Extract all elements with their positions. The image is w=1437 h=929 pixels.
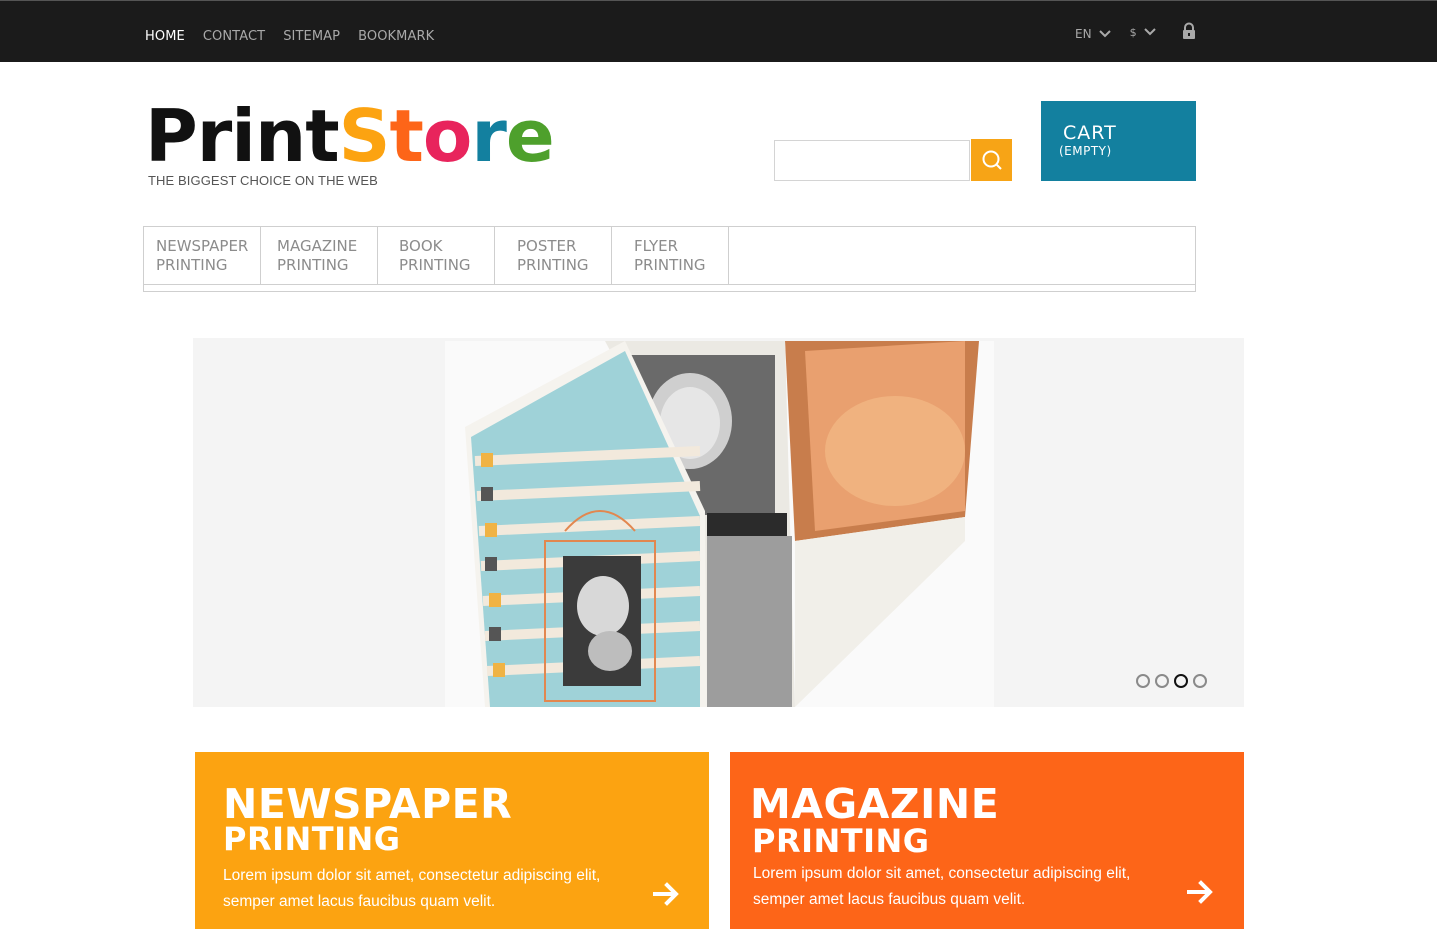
slider-dot[interactable] [1174,674,1188,688]
logo[interactable]: PrintStore [145,94,555,178]
lock-icon[interactable] [1181,22,1197,40]
slider-pagination [1136,674,1207,688]
logo-letter: e [505,94,555,178]
promo-subtitle: PRINTING [223,820,401,858]
menu-divider [144,284,1195,285]
slider-dot[interactable] [1155,674,1169,688]
top-nav: HOME CONTACT SITEMAP BOOKMARK [145,29,452,44]
cart-title: CART [1063,122,1117,144]
slide-image [445,341,994,707]
search-icon [982,150,1002,170]
menu-item-magazine-printing[interactable]: MAGAZINE PRINTING [261,227,378,284]
logo-part-print: Print [145,94,340,178]
logo-part-store: Store [338,94,555,178]
language-selector[interactable]: EN [1075,27,1112,41]
top-nav-contact[interactable]: CONTACT [203,29,265,44]
search-button[interactable] [971,139,1012,181]
chevron-down-icon [1143,28,1156,36]
category-menu: NEWSPAPER PRINTING MAGAZINE PRINTING BOO… [143,226,1196,292]
arrow-right-icon[interactable] [653,880,681,908]
promo-text: Lorem ipsum dolor sit amet, consectetur … [753,865,1131,908]
tagline: THE BIGGEST CHOICE ON THE WEB [148,173,378,188]
top-nav-bookmark[interactable]: BOOKMARK [358,29,434,44]
currency-selector[interactable]: $ [1130,26,1157,39]
top-nav-home[interactable]: HOME [145,29,185,44]
hero-slider[interactable] [193,338,1244,707]
promo-subtitle: PRINTING [752,822,930,860]
promo-magazine[interactable]: MAGAZINE PRINTING Lorem ipsum dolor sit … [730,752,1244,929]
slider-dot[interactable] [1193,674,1207,688]
promo-text: Lorem ipsum dolor sit amet, consectetur … [223,867,601,910]
promo-title: MAGAZINE [750,780,1000,828]
search-input[interactable] [774,140,970,181]
menu-item-book-printing[interactable]: BOOK PRINTING [378,227,495,284]
menu-item-poster-printing[interactable]: POSTER PRINTING [495,227,612,284]
top-bar: HOME CONTACT SITEMAP BOOKMARK EN $ [0,0,1437,62]
menu-item-newspaper-printing[interactable]: NEWSPAPER PRINTING [144,227,261,284]
language-value: EN [1075,27,1092,41]
slider-dot[interactable] [1136,674,1150,688]
logo-letter: r [471,94,507,178]
top-right-controls: EN $ [1075,22,1197,41]
cart-status: (EMPTY) [1059,144,1112,158]
promo-newspaper[interactable]: NEWSPAPER PRINTING Lorem ipsum dolor sit… [195,752,709,929]
logo-letter: t [389,94,424,178]
logo-letter: o [422,94,472,178]
logo-letter: S [338,94,391,178]
arrow-right-icon[interactable] [1187,878,1215,906]
cart-button[interactable]: CART (EMPTY) [1041,101,1196,181]
menu-item-flyer-printing[interactable]: FLYER PRINTING [612,227,729,284]
top-nav-sitemap[interactable]: SITEMAP [283,29,340,44]
chevron-down-icon [1098,30,1111,38]
photo-booklet-image [445,341,994,707]
currency-value: $ [1129,25,1137,39]
